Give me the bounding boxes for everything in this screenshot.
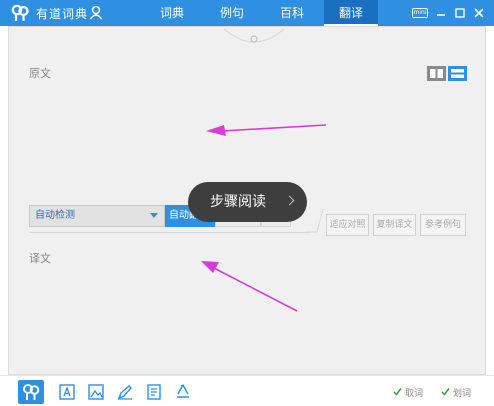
copy-translation-button[interactable]: 复制译文 (373, 214, 416, 236)
app-title: 有道词典 (36, 7, 89, 21)
language-select[interactable]: 自动检测 (29, 205, 165, 227)
panel-handle-ornament (224, 28, 284, 43)
chevron-down-icon (150, 213, 158, 218)
target-label: 译文 (29, 252, 51, 265)
divider-slope (305, 208, 324, 233)
recycle-icon[interactable] (174, 383, 192, 401)
user-icon[interactable] (89, 5, 103, 20)
window-edge (486, 26, 494, 375)
check-icon (393, 388, 402, 396)
tab-examples[interactable]: 例句 (205, 0, 259, 26)
tab-dictionary[interactable]: 词典 (145, 0, 199, 26)
minimize-icon[interactable] (434, 6, 448, 20)
toast-label: 步骤阅读 (210, 194, 266, 210)
stack-layout-icon[interactable] (448, 66, 467, 81)
tab-translate[interactable]: 翻译 (324, 0, 378, 26)
tab-encyclopedia[interactable]: 百科 (265, 0, 319, 26)
split-layout-icon[interactable] (427, 66, 446, 81)
text-icon[interactable] (58, 383, 76, 401)
chevron-right-icon (284, 195, 295, 206)
pen-icon[interactable] (116, 383, 134, 401)
divider (29, 232, 311, 233)
step-reading-toast[interactable]: 步骤阅读 (188, 182, 307, 222)
logo-icon (11, 4, 29, 21)
source-label: 原文 (29, 67, 51, 80)
bottom-toolbar: 取词 划词 (0, 375, 494, 406)
close-icon[interactable] (472, 6, 486, 20)
check-icon (441, 388, 450, 396)
image-icon[interactable] (87, 383, 105, 401)
status-area: 取词 划词 (365, 384, 485, 400)
language-select-value: 自动检测 (35, 210, 75, 221)
document-icon[interactable] (145, 383, 163, 401)
word-capture-label[interactable]: 取词 (405, 386, 423, 399)
dict-icon[interactable] (18, 380, 44, 404)
mini-mode-button[interactable]: mini (412, 8, 428, 18)
side-by-side-button[interactable]: 适应对照 (326, 214, 369, 236)
reference-examples-button[interactable]: 参考例句 (420, 214, 466, 236)
maximize-icon[interactable] (453, 6, 467, 20)
title-bar: 有道词典 词典 例句 百科 翻译 mini (0, 0, 494, 26)
selection-capture-label[interactable]: 划词 (453, 386, 471, 399)
